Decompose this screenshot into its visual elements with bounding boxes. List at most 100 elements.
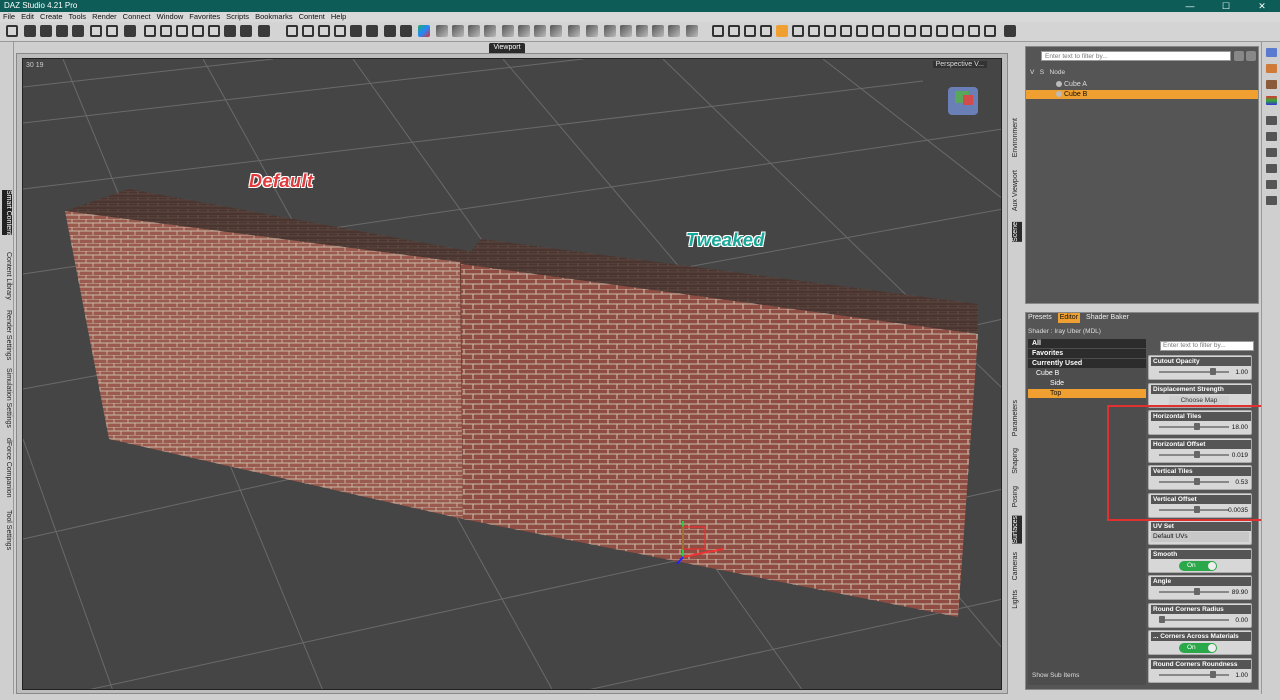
plugin-icon-11[interactable] (604, 25, 616, 37)
menu-scripts[interactable]: Scripts (226, 12, 249, 22)
joint-editor-icon[interactable] (258, 25, 270, 37)
create-light-icon[interactable] (318, 25, 330, 37)
maximize-button[interactable]: ☐ (1208, 0, 1244, 12)
morph-tool-icon[interactable] (952, 25, 964, 37)
universal-tool-icon[interactable] (712, 25, 724, 37)
tab-environment[interactable]: Environment (1012, 118, 1022, 157)
plugin-icon-14[interactable] (652, 25, 664, 37)
transfer-icon[interactable] (904, 25, 916, 37)
param-corners-across-materials[interactable]: ... Corners Across Materials On (1148, 630, 1252, 655)
menu-help[interactable]: Help (331, 12, 346, 22)
plugin-icon-4[interactable] (484, 25, 496, 37)
save-as-icon[interactable] (72, 25, 84, 37)
param-angle[interactable]: Angle 89.90 (1148, 575, 1252, 600)
tab-editor[interactable]: Editor (1057, 313, 1081, 323)
scene-node-cube-a[interactable]: Cube A (1026, 80, 1258, 89)
filter-menu-icon[interactable] (1246, 51, 1256, 61)
create-primitive-icon[interactable] (286, 25, 298, 37)
tab-content-library[interactable]: Content Library (2, 252, 12, 300)
tree-side[interactable]: Side (1028, 379, 1146, 388)
pane-icon-5[interactable] (1266, 116, 1277, 125)
tree-top[interactable]: Top (1028, 389, 1146, 398)
pane-icon-8[interactable] (1266, 164, 1277, 173)
tab-tool-settings[interactable]: Tool Settings (2, 510, 12, 550)
rotate-icon[interactable] (176, 25, 188, 37)
menu-bookmarks[interactable]: Bookmarks (255, 12, 293, 22)
menu-render[interactable]: Render (92, 12, 117, 22)
joint-tool-icon[interactable] (840, 25, 852, 37)
node-weight-tool-icon[interactable] (808, 25, 820, 37)
tab-scene[interactable]: Scene (1012, 222, 1022, 242)
param-smooth[interactable]: Smooth On (1148, 547, 1252, 573)
tab-aux-viewport[interactable]: Aux Viewport (1012, 170, 1022, 211)
param-slider-knob[interactable] (1194, 588, 1201, 595)
tab-simulation-settings[interactable]: Simulation Settings (2, 368, 12, 428)
active-tool-icon[interactable] (776, 25, 788, 37)
uv-set-select[interactable]: Default UVs (1151, 532, 1249, 542)
plugin-icon-3[interactable] (468, 25, 480, 37)
plugin-icon-5[interactable] (502, 25, 514, 37)
param-toggle[interactable]: On (1179, 643, 1217, 653)
pane-icon-2[interactable] (1266, 64, 1277, 73)
tab-dforce-companion[interactable]: dForce Companion (2, 438, 12, 498)
plugin-icon-10[interactable] (586, 25, 598, 37)
tab-shader-baker[interactable]: Shader Baker (1086, 313, 1129, 323)
scene-node-cube-b[interactable]: Cube B (1026, 90, 1258, 99)
minimize-button[interactable]: — (1172, 0, 1208, 12)
simulate-icon[interactable] (400, 25, 412, 37)
pointer-tool-icon[interactable] (728, 25, 740, 37)
scene-filter-input[interactable]: Enter text to filter by... (1041, 51, 1231, 61)
menu-favorites[interactable]: Favorites (189, 12, 220, 22)
choose-map-button[interactable]: Choose Map (1169, 395, 1229, 405)
menu-file[interactable]: File (3, 12, 15, 22)
scale-tool-icon[interactable] (792, 25, 804, 37)
param-value[interactable]: 0.00 (1235, 617, 1248, 624)
plugin-icon-16[interactable] (686, 25, 698, 37)
plugin-icon-1[interactable] (436, 25, 448, 37)
create-instance-icon[interactable] (366, 25, 378, 37)
create-group-icon[interactable] (350, 25, 362, 37)
pane-icon-9[interactable] (1266, 180, 1277, 189)
surface-tool-icon[interactable] (872, 25, 884, 37)
create-camera-icon[interactable] (302, 25, 314, 37)
menu-content[interactable]: Content (299, 12, 325, 22)
param-slider-knob[interactable] (1210, 368, 1217, 375)
snap-tool-icon[interactable] (984, 25, 996, 37)
transform-icon[interactable] (160, 25, 172, 37)
param-value[interactable]: 1.00 (1235, 369, 1248, 376)
camera-selector[interactable]: Perspective V... (932, 61, 987, 68)
viewport-3d[interactable]: 30 19 Perspective V... Default Tweaked (22, 58, 1002, 690)
show-sub-items-checkbox[interactable]: Show Sub Items (1032, 672, 1079, 679)
pane-icon-4[interactable] (1266, 96, 1277, 105)
translate-tool-icon[interactable] (760, 25, 772, 37)
ik-tool-icon[interactable] (968, 25, 980, 37)
tab-posing[interactable]: Posing (1012, 486, 1022, 507)
rotate-tool-icon[interactable] (744, 25, 756, 37)
menu-connect[interactable]: Connect (123, 12, 151, 22)
menu-window[interactable]: Window (157, 12, 184, 22)
open-folder-icon[interactable] (24, 25, 36, 37)
param-displacement-strength[interactable]: Displacement Strength Choose Map (1148, 382, 1252, 408)
dforce-icon[interactable] (384, 25, 396, 37)
param-value[interactable]: 1.00 (1235, 672, 1248, 679)
render-icon[interactable] (1004, 25, 1016, 37)
merge-icon[interactable] (40, 25, 52, 37)
scale-icon[interactable] (192, 25, 204, 37)
geometry-tool-icon[interactable] (856, 25, 868, 37)
pane-icon-7[interactable] (1266, 148, 1277, 157)
menu-edit[interactable]: Edit (21, 12, 34, 22)
tree-cube-b[interactable]: Cube B (1028, 369, 1146, 378)
plugin-icon-8[interactable] (550, 25, 562, 37)
param-round-corners-roundness[interactable]: Round Corners Roundness 1.00 (1148, 657, 1252, 683)
tab-shaping[interactable]: Shaping (1012, 448, 1022, 474)
geometry-editor-icon[interactable] (240, 25, 252, 37)
plugin-icon-13[interactable] (636, 25, 648, 37)
new-file-icon[interactable] (6, 25, 18, 37)
filter-options-icon[interactable] (1234, 51, 1244, 61)
param-value[interactable]: 89.90 (1232, 589, 1248, 596)
region-nav-icon[interactable] (824, 25, 836, 37)
tab-presets[interactable]: Presets (1028, 313, 1052, 323)
param-filter-input[interactable]: Enter text to filter by... (1160, 341, 1254, 351)
figure-tool-icon[interactable] (920, 25, 932, 37)
save-icon[interactable] (56, 25, 68, 37)
